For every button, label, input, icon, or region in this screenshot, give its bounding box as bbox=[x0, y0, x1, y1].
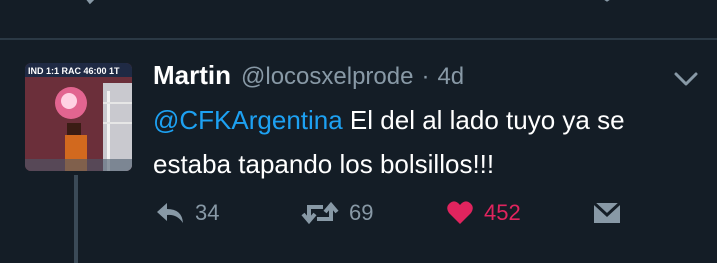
author-name[interactable]: Martin bbox=[153, 60, 231, 91]
author-handle[interactable]: @locosxelprode bbox=[241, 63, 413, 91]
envelope-icon[interactable] bbox=[593, 0, 623, 6]
reply-button[interactable]: 34 bbox=[155, 198, 219, 228]
heart-icon bbox=[447, 201, 473, 224]
envelope-icon bbox=[592, 201, 622, 223]
like-button[interactable]: 452 bbox=[446, 198, 521, 228]
timestamp[interactable]: 4d bbox=[437, 63, 464, 91]
avatar-scoreboard: IND 1:1 RAC 46:00 1T bbox=[28, 66, 120, 76]
reply-icon[interactable] bbox=[80, 0, 110, 6]
tweet-text: @CFKArgentina El del al lado tuyo ya se … bbox=[153, 98, 693, 186]
retweet-icon bbox=[301, 201, 339, 225]
separator: · bbox=[421, 63, 430, 90]
avatar[interactable]: IND 1:1 RAC 46:00 1T bbox=[25, 63, 132, 171]
retweet-button[interactable]: 69 bbox=[301, 198, 373, 228]
mention-link[interactable]: @CFKArgentina bbox=[153, 105, 343, 135]
like-count: 452 bbox=[484, 200, 521, 225]
heart-icon[interactable] bbox=[420, 0, 450, 6]
reply-count: 34 bbox=[195, 200, 220, 225]
tweet-header: Martin @locosxelprode · 4d bbox=[153, 60, 464, 94]
tweet-divider bbox=[0, 38, 717, 40]
chevron-down-icon[interactable] bbox=[673, 70, 699, 88]
thread-line bbox=[74, 175, 78, 263]
retweet-count: 69 bbox=[349, 200, 374, 225]
retweet-icon[interactable] bbox=[253, 0, 283, 6]
reply-icon bbox=[157, 203, 183, 223]
previous-tweet-actions bbox=[0, 0, 717, 36]
avatar-image: IND 1:1 RAC 46:00 1T bbox=[25, 63, 132, 171]
message-button[interactable] bbox=[592, 198, 622, 228]
